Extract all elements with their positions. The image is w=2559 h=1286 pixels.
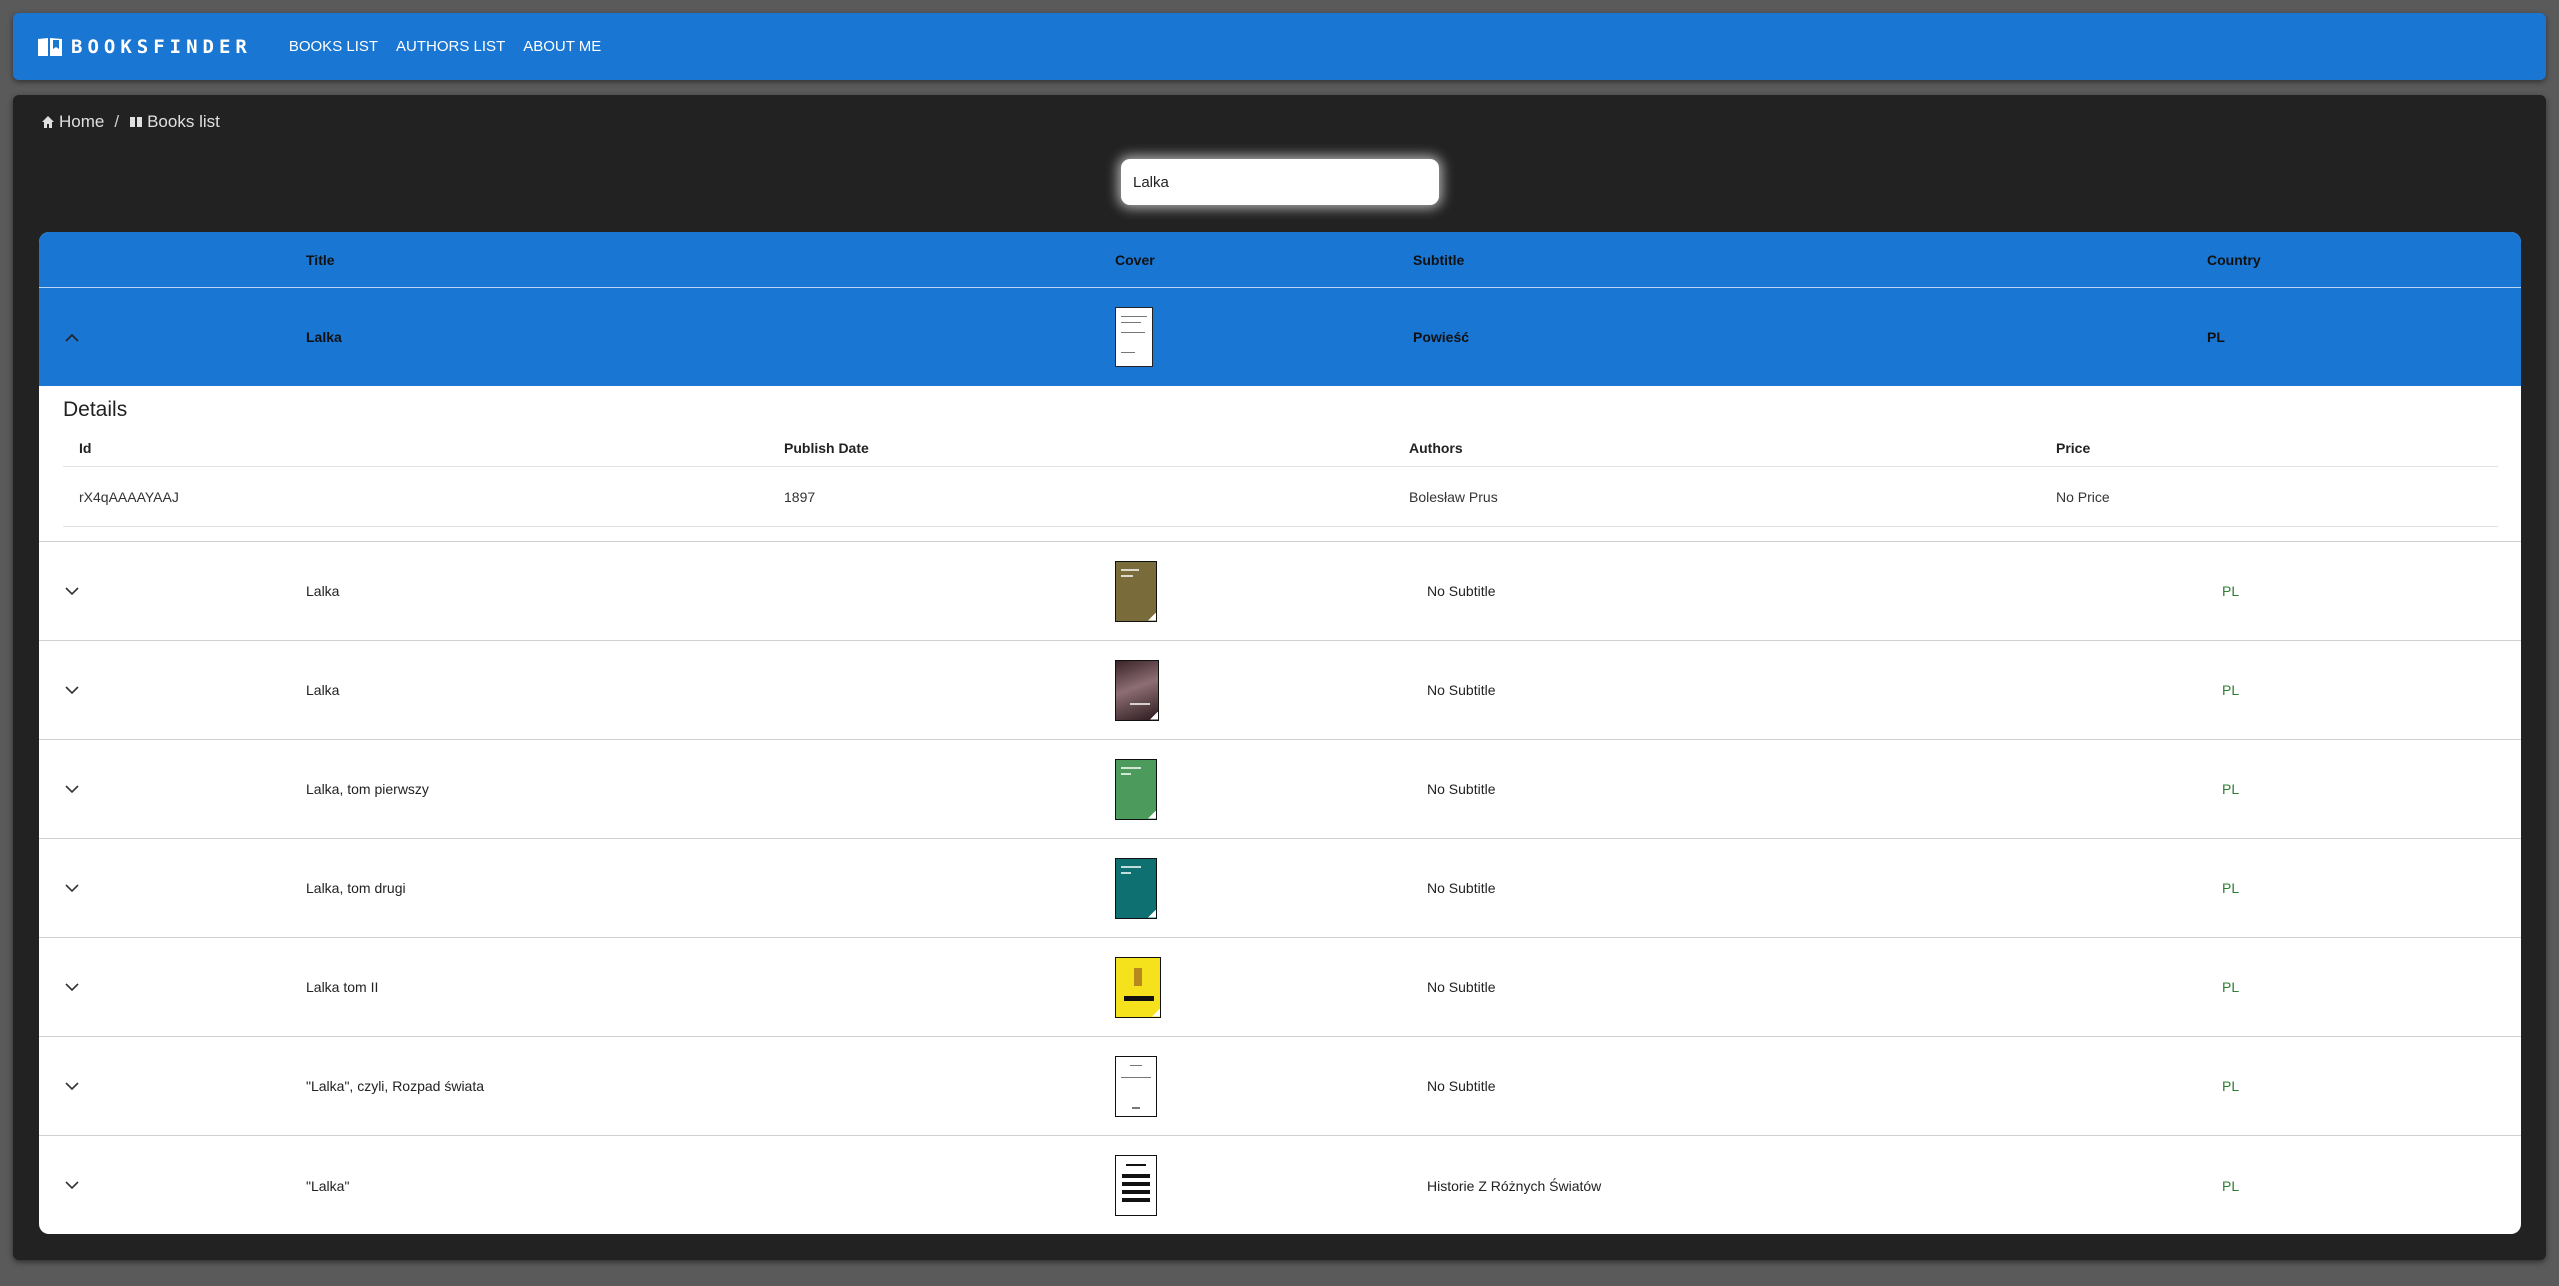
details-title: Details bbox=[63, 398, 128, 421]
row-title: Lalka, tom pierwszy bbox=[306, 781, 429, 797]
book-open-icon bbox=[130, 117, 143, 127]
nav-authors-list[interactable]: AUTHORS LIST bbox=[387, 30, 514, 63]
chevron-down-icon bbox=[65, 982, 79, 991]
details-header-price: Price bbox=[2056, 440, 2091, 456]
row-subtitle: No Subtitle bbox=[1427, 583, 1496, 599]
book-cover-image bbox=[1115, 659, 1159, 721]
books-table: Title Cover Subtitle Country Lalka Powie… bbox=[39, 232, 2521, 1234]
expand-button[interactable] bbox=[65, 1037, 79, 1135]
book-cover-image bbox=[1115, 1155, 1157, 1216]
details-authors: Bolesław Prus bbox=[1409, 488, 1498, 505]
breadcrumb-home-label: Home bbox=[59, 112, 105, 131]
book-cover-image bbox=[1115, 758, 1157, 820]
expand-button[interactable] bbox=[65, 641, 79, 739]
chevron-up-icon bbox=[65, 333, 79, 342]
row-country: PL bbox=[2222, 682, 2240, 698]
row-cover bbox=[1115, 740, 1157, 838]
row-country: PL bbox=[2207, 329, 2225, 345]
row-cover bbox=[1115, 839, 1157, 937]
book-open-icon bbox=[38, 37, 62, 56]
details-price: No Price bbox=[2056, 488, 2110, 505]
nav-about-me[interactable]: ABOUT ME bbox=[514, 30, 610, 63]
table-row[interactable]: Lalka tom II No Subtitle PL bbox=[39, 938, 2521, 1037]
row-subtitle: No Subtitle bbox=[1427, 880, 1496, 896]
row-subtitle: No Subtitle bbox=[1427, 781, 1496, 797]
chevron-down-icon bbox=[65, 784, 79, 793]
details-id: rX4qAAAAYAAJ bbox=[79, 488, 179, 505]
row-cover bbox=[1115, 938, 1161, 1036]
details-header-authors: Authors bbox=[1409, 440, 1463, 456]
breadcrumb-separator: / bbox=[114, 112, 120, 131]
main-panel: Home / Books list Title Cover Subtitle C… bbox=[13, 95, 2546, 1260]
expand-button[interactable] bbox=[65, 839, 79, 937]
row-country: PL bbox=[2222, 781, 2240, 797]
row-cover bbox=[1115, 1136, 1157, 1234]
row-cover bbox=[1115, 641, 1159, 739]
table-row[interactable]: Lalka No Subtitle PL bbox=[39, 542, 2521, 641]
row-cover bbox=[1115, 542, 1157, 640]
collapse-button[interactable] bbox=[65, 288, 79, 386]
nav-books-list[interactable]: BOOKS LIST bbox=[280, 30, 387, 63]
row-subtitle: Powieść bbox=[1413, 329, 1470, 345]
row-country: PL bbox=[2222, 1078, 2240, 1094]
book-cover-image bbox=[1115, 560, 1157, 622]
details-header-publish-date: Publish Date bbox=[784, 440, 869, 456]
table-row[interactable]: "Lalka" Historie Z Różnych Światów PL bbox=[39, 1136, 2521, 1234]
table-row-selected[interactable]: Lalka Powieść PL bbox=[39, 288, 2521, 386]
details-header: Id Publish Date Authors Price bbox=[63, 430, 2498, 467]
chevron-down-icon bbox=[65, 1081, 79, 1090]
expand-button[interactable] bbox=[65, 740, 79, 838]
details-header-id: Id bbox=[79, 440, 92, 456]
expand-button[interactable] bbox=[65, 542, 79, 640]
app-bar: BOOKSFINDER BOOKS LIST AUTHORS LIST ABOU… bbox=[13, 13, 2546, 80]
search-input[interactable] bbox=[1121, 159, 1439, 205]
table-row[interactable]: "Lalka", czyli, Rozpad świata No Subtitl… bbox=[39, 1037, 2521, 1136]
row-subtitle: No Subtitle bbox=[1427, 979, 1496, 995]
expand-button[interactable] bbox=[65, 1136, 79, 1234]
row-title: Lalka tom II bbox=[306, 979, 379, 995]
chevron-down-icon bbox=[65, 685, 79, 694]
row-subtitle: Historie Z Różnych Światów bbox=[1427, 1177, 1602, 1194]
book-cover-image bbox=[1115, 956, 1161, 1018]
book-cover-image bbox=[1115, 1055, 1157, 1117]
chevron-down-icon bbox=[65, 1181, 79, 1190]
row-cover bbox=[1115, 288, 1153, 386]
book-cover-image bbox=[1115, 307, 1153, 367]
chevron-down-icon bbox=[65, 883, 79, 892]
row-cover bbox=[1115, 1037, 1157, 1135]
row-title: Lalka, tom drugi bbox=[306, 880, 406, 896]
row-subtitle: No Subtitle bbox=[1427, 1078, 1496, 1094]
details-publish-date: 1897 bbox=[784, 488, 816, 505]
row-country: PL bbox=[2222, 880, 2240, 896]
header-title[interactable]: Title bbox=[306, 232, 335, 287]
home-icon bbox=[42, 116, 54, 128]
expand-button[interactable] bbox=[65, 938, 79, 1036]
breadcrumb-current-label: Books list bbox=[147, 112, 220, 131]
row-subtitle: No Subtitle bbox=[1427, 682, 1496, 698]
details-row: rX4qAAAAYAAJ 1897 Bolesław Prus No Price bbox=[63, 467, 2498, 527]
table-header: Title Cover Subtitle Country bbox=[39, 232, 2521, 288]
table-row[interactable]: Lalka, tom pierwszy No Subtitle PL bbox=[39, 740, 2521, 839]
chevron-down-icon bbox=[65, 586, 79, 595]
details-panel: Details Id Publish Date Authors Price rX… bbox=[39, 386, 2521, 542]
book-cover-image bbox=[1115, 857, 1157, 919]
header-cover[interactable]: Cover bbox=[1115, 232, 1155, 287]
header-country[interactable]: Country bbox=[2207, 232, 2261, 287]
row-title: Lalka bbox=[306, 583, 340, 599]
row-title: Lalka bbox=[306, 682, 340, 698]
breadcrumb-current: Books list bbox=[129, 112, 220, 132]
row-country: PL bbox=[2222, 1177, 2240, 1194]
row-title: "Lalka" bbox=[306, 1177, 350, 1194]
breadcrumb: Home / Books list bbox=[41, 112, 220, 132]
header-subtitle[interactable]: Subtitle bbox=[1413, 232, 1464, 287]
breadcrumb-home[interactable]: Home bbox=[41, 112, 104, 132]
row-country: PL bbox=[2222, 979, 2240, 995]
brand[interactable]: BOOKSFINDER bbox=[37, 36, 252, 58]
row-country: PL bbox=[2222, 583, 2240, 599]
table-row[interactable]: Lalka, tom drugi No Subtitle PL bbox=[39, 839, 2521, 938]
row-title: "Lalka", czyli, Rozpad świata bbox=[306, 1078, 485, 1094]
brand-name: BOOKSFINDER bbox=[71, 35, 252, 58]
row-title: Lalka bbox=[306, 329, 342, 345]
table-row[interactable]: Lalka No Subtitle PL bbox=[39, 641, 2521, 740]
